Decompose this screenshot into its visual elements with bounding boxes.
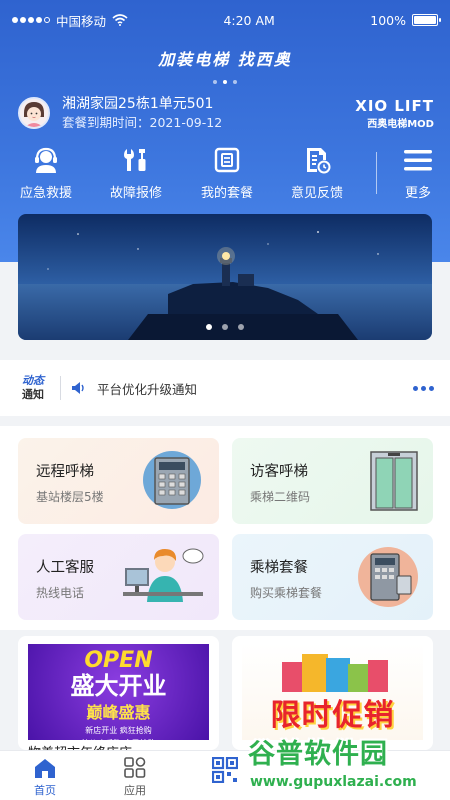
tab-home[interactable]: 首页 [10, 757, 80, 798]
service-subtitle: 热线电话 [36, 586, 85, 600]
service-title: 人工客服 [36, 560, 94, 576]
carrier-label: 中国移动 [56, 13, 107, 29]
banner-carousel[interactable] [18, 214, 432, 340]
service-card-ride-package[interactable]: 乘梯套餐 购买乘梯套餐 [232, 534, 433, 620]
divider [376, 152, 377, 194]
home-icon [35, 759, 55, 778]
quick-action-emergency[interactable]: 应急救援 [6, 146, 86, 201]
watermark: 谷普软件园 www.gupuxlazai.com [244, 732, 450, 800]
wifi-icon [112, 14, 128, 26]
address: 湘湖家园25栋1单元501 [62, 95, 214, 112]
elevator-door-icon [370, 451, 418, 511]
service-title: 远程呼梯 [36, 464, 94, 480]
notice-tag-line2: 通知 [22, 388, 44, 401]
service-subtitle: 基站楼层5楼 [36, 490, 104, 504]
promo-image-opening: OPEN 盛大开业 巅峰盛惠 新店开业 疯狂抢购 特价欢乐购 全民抢购 [28, 644, 209, 748]
notice-tag: 动态 通知 [18, 374, 48, 402]
speaker-icon [72, 382, 84, 394]
tools-icon [124, 149, 146, 171]
apps-icon [124, 757, 146, 778]
feedback-icon [307, 148, 331, 174]
quick-action-repair[interactable]: 故障报修 [96, 146, 176, 201]
service-title: 乘梯套餐 [250, 560, 308, 576]
package-icon [214, 147, 240, 173]
promo-headline: 盛大开业 [70, 672, 167, 700]
service-card-remote-call[interactable]: 远程呼梯 基站楼层5楼 [18, 438, 219, 524]
tab-label: 应用 [124, 784, 146, 797]
promo-subline: 巅峰盛惠 [86, 703, 151, 722]
quick-action-label: 应急救援 [19, 186, 72, 201]
keypad-icon [143, 451, 201, 509]
expiry-date: 2021-09-12 [149, 114, 223, 130]
promo-open-text: OPEN [84, 648, 153, 673]
service-title: 访客呼梯 [250, 464, 308, 480]
signal-strength-icon [12, 17, 50, 23]
more-icon[interactable] [413, 385, 434, 391]
quick-action-label: 意见反馈 [290, 186, 343, 201]
service-card-customer-service[interactable]: 人工客服 热线电话 [18, 534, 219, 620]
promo-title: 物美超市年终店庆 [28, 742, 132, 750]
card-reader-icon [358, 547, 418, 607]
clock: 4:20 AM [223, 12, 275, 28]
status-bar: 中国移动 4:20 AM 100% [0, 0, 450, 40]
service-agent-icon [123, 548, 204, 602]
account-info[interactable]: 湘湖家园25栋1单元501 套餐到期时间：2021-09-12 XIO LIFT… [18, 96, 434, 130]
service-subtitle: 乘梯二维码 [250, 490, 311, 504]
avatar[interactable] [18, 97, 50, 129]
divider [60, 376, 61, 400]
service-subtitle: 购买乘梯套餐 [250, 586, 323, 600]
service-card-visitor-call[interactable]: 访客呼梯 乘梯二维码 [232, 438, 433, 524]
expiry-label: 套餐到期时间： [62, 114, 150, 130]
service-panel: 远程呼梯 基站楼层5楼 访客呼梯 乘梯二维码 人工客服 热线电话 乘梯套餐 购买… [0, 426, 450, 630]
tab-apps[interactable]: 应用 [100, 757, 170, 798]
quick-actions: 应急救援 故障报修 我的套餐 意见反馈 更多 [0, 146, 450, 206]
slogan: 加装电梯 找西奥 [158, 50, 292, 69]
banner-pager [18, 324, 432, 330]
lighthouse-image [18, 214, 432, 340]
brand-sub: 西奥电梯MOD [367, 118, 434, 130]
watermark-url: www.gupuxlazai.com [250, 774, 417, 790]
battery-percent: 100% [370, 12, 406, 28]
battery-icon [412, 14, 441, 26]
expiry-info: 套餐到期时间：2021-09-12 [62, 114, 355, 131]
quick-action-label: 我的套餐 [200, 186, 253, 201]
quick-action-label: 更多 [404, 186, 431, 201]
promo-small-text: 新店开业 疯狂抢购 [85, 726, 152, 735]
slogan-pager [0, 80, 450, 84]
watermark-title: 谷普软件园 [248, 739, 388, 770]
notice-bar[interactable]: 动态 通知 平台优化升级通知 [0, 360, 450, 416]
tab-label: 首页 [34, 784, 56, 797]
quick-action-feedback[interactable]: 意见反馈 [277, 146, 357, 201]
brand-logo: XIO LIFT 西奥电梯MOD [355, 97, 434, 130]
quick-action-label: 故障报修 [109, 186, 162, 201]
promo-card-opening[interactable]: OPEN 盛大开业 巅峰盛惠 新店开业 疯狂抢购 特价欢乐购 全民抢购 物美超市… [18, 636, 219, 750]
promo-image-sale: 限时促销 [242, 644, 423, 740]
notice-tag-line1: 动态 [22, 374, 44, 387]
quick-action-more[interactable]: 更多 [378, 146, 450, 201]
notice-text[interactable]: 平台优化升级通知 [97, 379, 413, 398]
menu-icon [404, 150, 432, 171]
quick-action-package[interactable]: 我的套餐 [187, 146, 267, 201]
qrcode-icon [212, 757, 238, 783]
brand-name: XIO LIFT [355, 96, 434, 115]
headset-icon [35, 147, 57, 173]
